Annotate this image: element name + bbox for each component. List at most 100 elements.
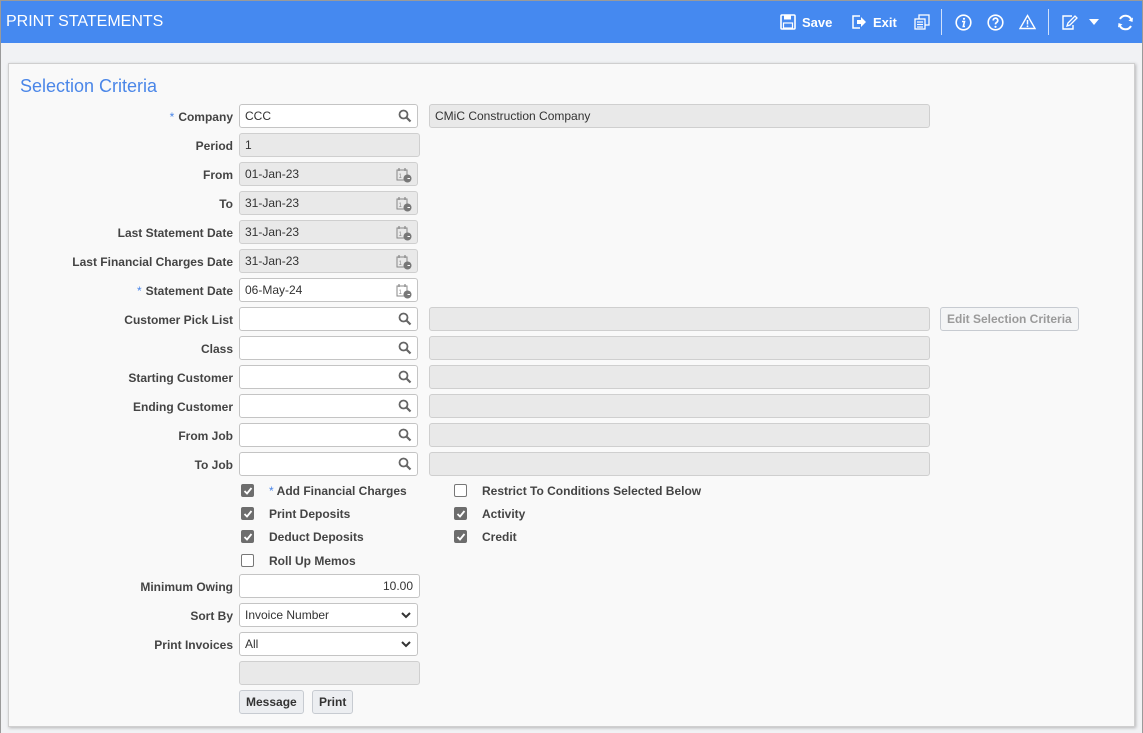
- restrict-conditions-label: Restrict To Conditions Selected Below: [482, 484, 702, 498]
- credit-label: Credit: [482, 530, 517, 544]
- exit-label: Exit: [873, 14, 897, 30]
- ending-customer-input[interactable]: [239, 394, 418, 418]
- edit-button[interactable]: [1061, 1, 1078, 43]
- from-label: From: [203, 168, 233, 182]
- search-icon[interactable]: [398, 370, 412, 384]
- class-label: Class: [200, 342, 233, 356]
- svg-text:1: 1: [399, 203, 403, 209]
- deduct-deposits-checkbox[interactable]: [241, 530, 254, 543]
- exit-button[interactable]: Exit: [851, 1, 897, 43]
- restrict-conditions-checkbox[interactable]: [454, 484, 467, 497]
- exit-icon: [852, 15, 866, 29]
- class-description: [429, 336, 930, 360]
- save-label: Save: [802, 14, 833, 30]
- roll-up-memos-label: Roll Up Memos: [269, 554, 356, 568]
- customer-pick-list-input[interactable]: [239, 307, 418, 331]
- sort-by-select[interactable]: Invoice Number: [239, 603, 418, 627]
- save-button[interactable]: Save: [780, 1, 832, 43]
- print-deposits-checkbox[interactable]: [241, 507, 254, 520]
- refresh-icon: [1118, 14, 1133, 30]
- calendar-icon[interactable]: 1: [396, 254, 412, 270]
- print-deposits-label: Print Deposits: [269, 507, 351, 521]
- print-invoices-select[interactable]: All: [239, 632, 418, 656]
- check-icon: [243, 510, 253, 518]
- check-icon: [456, 510, 466, 518]
- starting-customer-description: [429, 365, 930, 389]
- toolbar-divider: [1048, 9, 1049, 35]
- customer-pick-list-description: [429, 307, 930, 331]
- page-title: PRINT STATEMENTS: [6, 13, 164, 30]
- activity-checkbox[interactable]: [454, 507, 467, 520]
- calendar-icon[interactable]: 1: [396, 283, 412, 299]
- info-icon: [955, 13, 972, 31]
- starting-customer-input[interactable]: [239, 365, 418, 389]
- edit-selection-criteria-button[interactable]: Edit Selection Criteria: [940, 307, 1079, 331]
- check-icon: [243, 533, 253, 541]
- last-statement-date-field: 31-Jan-23 1: [239, 220, 418, 244]
- search-icon[interactable]: [398, 341, 412, 355]
- statement-date-label: * Statement Date: [136, 284, 233, 298]
- copy-button[interactable]: [914, 1, 930, 43]
- minimum-owing-input[interactable]: 10.00: [239, 574, 420, 598]
- ending-customer-description: [429, 394, 930, 418]
- help-icon: [987, 13, 1004, 31]
- svg-text:1: 1: [399, 290, 403, 296]
- search-icon[interactable]: [398, 312, 412, 326]
- search-icon[interactable]: [398, 457, 412, 471]
- last-financial-charges-date-field: 31-Jan-23 1: [239, 249, 418, 273]
- to-job-description: [429, 452, 930, 476]
- statement-date-input[interactable]: 06-May-24 1: [239, 278, 418, 302]
- app-header: PRINT STATEMENTS Save Exit: [1, 1, 1142, 43]
- calendar-icon[interactable]: 1: [396, 225, 412, 241]
- refresh-button[interactable]: [1117, 1, 1134, 43]
- deduct-deposits-label: Deduct Deposits: [269, 530, 364, 544]
- check-icon: [243, 487, 253, 495]
- to-label: To: [219, 197, 233, 211]
- calendar-icon[interactable]: 1: [396, 196, 412, 212]
- from-job-label: From Job: [178, 429, 233, 443]
- save-icon: [780, 14, 796, 30]
- class-input[interactable]: [239, 336, 418, 360]
- calendar-icon[interactable]: 1: [396, 167, 412, 183]
- warning-icon: [1019, 14, 1036, 30]
- toolbar-divider: [941, 9, 942, 35]
- message-button[interactable]: Message: [239, 690, 304, 714]
- add-financial-charges-label: * Add Financial Charges: [269, 484, 407, 498]
- print-invoices-label: Print Invoices: [154, 638, 233, 652]
- last-financial-charges-date-label: Last Financial Charges Date: [72, 255, 233, 269]
- from-job-input[interactable]: [239, 423, 418, 447]
- svg-text:1: 1: [399, 232, 403, 238]
- section-title: Selection Criteria: [20, 76, 158, 96]
- starting-customer-label: Starting Customer: [128, 371, 233, 385]
- search-icon[interactable]: [398, 109, 412, 123]
- sort-by-label: Sort By: [190, 609, 233, 623]
- company-label: * Company: [169, 110, 233, 124]
- dropdown-icon: [1089, 19, 1099, 25]
- last-statement-date-label: Last Statement Date: [117, 226, 233, 240]
- activity-label: Activity: [482, 507, 526, 521]
- roll-up-memos-checkbox[interactable]: [241, 554, 254, 567]
- copy-icon: [914, 14, 930, 30]
- minimum-owing-label: Minimum Owing: [140, 580, 233, 594]
- warning-button[interactable]: [1019, 1, 1036, 43]
- edit-dropdown-button[interactable]: [1089, 1, 1099, 43]
- to-job-input[interactable]: [239, 452, 418, 476]
- selection-criteria-panel: Selection Criteria * Company CCC CMiC Con…: [8, 63, 1135, 727]
- company-input[interactable]: CCC: [239, 104, 418, 128]
- svg-text:1: 1: [399, 261, 403, 267]
- message-field: [239, 661, 420, 685]
- check-icon: [456, 533, 466, 541]
- edit-icon: [1062, 14, 1078, 30]
- chevron-down-icon: [401, 612, 411, 619]
- to-job-label: To Job: [194, 458, 233, 472]
- period-field: 1: [239, 133, 420, 157]
- add-financial-charges-checkbox[interactable]: [241, 484, 254, 497]
- help-button[interactable]: [987, 1, 1004, 43]
- search-icon[interactable]: [398, 399, 412, 413]
- credit-checkbox[interactable]: [454, 530, 467, 543]
- print-button[interactable]: Print: [312, 690, 354, 714]
- from-date-field: 01-Jan-23 1: [239, 162, 418, 186]
- search-icon[interactable]: [398, 428, 412, 442]
- info-button[interactable]: [955, 1, 972, 43]
- company-description: CMiC Construction Company: [429, 104, 930, 128]
